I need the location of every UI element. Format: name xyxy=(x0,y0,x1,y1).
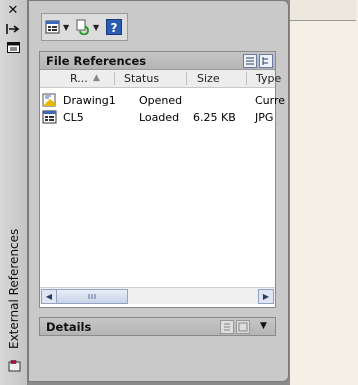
horizontal-scrollbar[interactable]: ◀ ▶ xyxy=(40,287,275,304)
attach-dropdown-button[interactable]: ▼ xyxy=(45,17,69,37)
reference-name: CL5 xyxy=(63,111,84,124)
palette-menu-icon[interactable] xyxy=(8,360,22,372)
attach-image-icon xyxy=(45,19,61,35)
palette-title-text: External References xyxy=(7,228,21,349)
autohide-icon[interactable] xyxy=(5,22,21,36)
properties-icon[interactable] xyxy=(5,40,21,54)
reference-name: Drawing1 xyxy=(63,94,116,107)
column-header-type[interactable]: Type xyxy=(256,72,281,85)
details-panel-header[interactable]: Details ▼ xyxy=(39,317,276,336)
table-row[interactable]: CL5 Loaded 6.25 KB JPG xyxy=(40,109,275,125)
sort-ascending-icon: ▲ xyxy=(93,73,100,83)
column-header-reference[interactable]: R... xyxy=(70,72,88,85)
scroll-left-icon[interactable]: ◀ xyxy=(41,289,57,304)
details-icon[interactable] xyxy=(220,320,234,334)
column-header-size[interactable]: Size xyxy=(197,72,220,85)
svg-text:?: ? xyxy=(111,21,118,35)
tree-view-icon[interactable] xyxy=(259,54,273,68)
scrollbar-thumb[interactable] xyxy=(56,289,128,304)
column-header-status[interactable]: Status xyxy=(124,72,159,85)
column-header-row: R... ▲ Status Size Type xyxy=(40,70,281,88)
help-icon: ? xyxy=(106,19,122,35)
reference-size: 6.25 KB xyxy=(193,111,236,124)
chevron-down-icon: ▼ xyxy=(63,22,70,32)
refresh-icon xyxy=(75,19,91,36)
toolbar: ▼ ▼ ? xyxy=(41,13,128,41)
drawing-window-frame xyxy=(290,0,356,21)
palette-title-strip[interactable]: ✕ External References xyxy=(0,0,28,385)
external-references-palette: ▼ ▼ ? File References R... ▲ Status Size… xyxy=(28,0,289,382)
reference-status: Opened xyxy=(139,94,183,107)
column-divider[interactable] xyxy=(246,72,247,85)
palette-title: External References xyxy=(1,228,27,356)
chevron-down-icon[interactable]: ▼ xyxy=(260,321,267,331)
close-icon[interactable]: ✕ xyxy=(5,4,21,18)
file-references-title: File References xyxy=(46,54,147,68)
help-button[interactable]: ? xyxy=(106,17,122,37)
raster-image-icon xyxy=(42,109,58,128)
refresh-dropdown-button[interactable]: ▼ xyxy=(75,17,99,37)
column-divider[interactable] xyxy=(114,72,115,85)
details-title: Details xyxy=(46,320,92,334)
chevron-down-icon: ▼ xyxy=(93,22,100,32)
file-references-panel: File References R... ▲ Status Size Type … xyxy=(39,51,285,308)
reference-status: Loaded xyxy=(139,111,180,124)
table-row[interactable]: Drawing1 Opened Curre xyxy=(40,92,285,108)
preview-icon[interactable] xyxy=(236,320,250,334)
reference-type: JPG xyxy=(255,111,274,124)
drawing-area xyxy=(290,0,358,385)
file-references-header: File References xyxy=(40,52,275,70)
reference-type: Curre xyxy=(255,94,286,107)
scroll-right-icon[interactable]: ▶ xyxy=(258,289,274,304)
list-view-icon[interactable] xyxy=(243,54,257,68)
column-divider[interactable] xyxy=(186,72,187,85)
